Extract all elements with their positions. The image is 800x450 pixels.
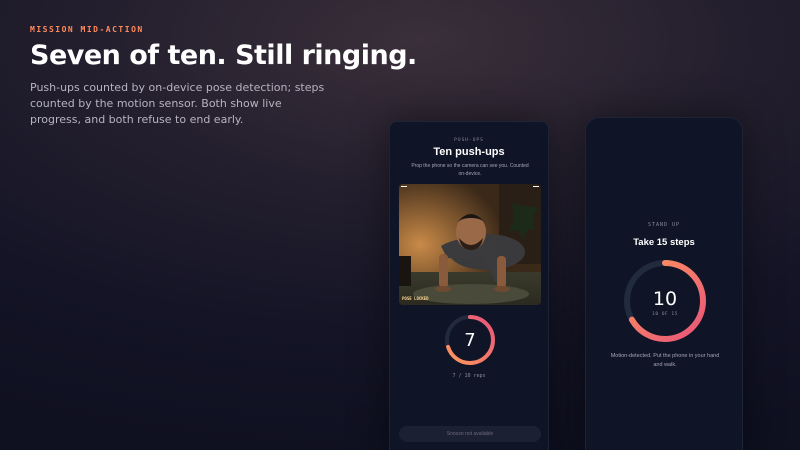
mission-type-label: PUSH-UPS (454, 138, 484, 143)
pushups-phone-screen: PUSH-UPS Ten push-ups Prop the phone so … (389, 121, 549, 450)
pushup-progress-ring: 7 (445, 315, 495, 365)
snooze-button[interactable]: Snooze not available (399, 426, 541, 442)
step-count-caption: 10 OF 15 (652, 311, 678, 317)
mission-title: Ten push-ups (433, 146, 505, 158)
mission-description: Motion-detected. Put the phone in your h… (610, 353, 720, 368)
rep-count-caption: 7 / 10 reps (452, 373, 486, 379)
pushup-person-photo (399, 184, 541, 305)
page-title: Seven of ten. Still ringing. (30, 40, 417, 71)
eyebrow-label: MISSION MID-ACTION (30, 25, 144, 34)
viewfinder-corner (401, 186, 407, 187)
rep-count: 7 (464, 330, 475, 351)
step-count: 10 (653, 288, 677, 310)
mission-title: Take 15 steps (633, 237, 695, 248)
pose-status-badge: POSE LOCKED (402, 296, 429, 301)
viewfinder-corner (533, 186, 539, 187)
camera-preview: POSE LOCKED (399, 184, 541, 305)
steps-phone-screen: STAND UP Take 15 steps 10 10 OF 15 Motio… (585, 117, 743, 450)
page-subtitle: Push-ups counted by on-device pose detec… (30, 81, 325, 126)
steps-progress-ring: 10 10 OF 15 (624, 260, 706, 342)
mission-type-label: STAND UP (647, 222, 681, 228)
mission-description: Prop the phone so the camera can see you… (411, 163, 529, 177)
